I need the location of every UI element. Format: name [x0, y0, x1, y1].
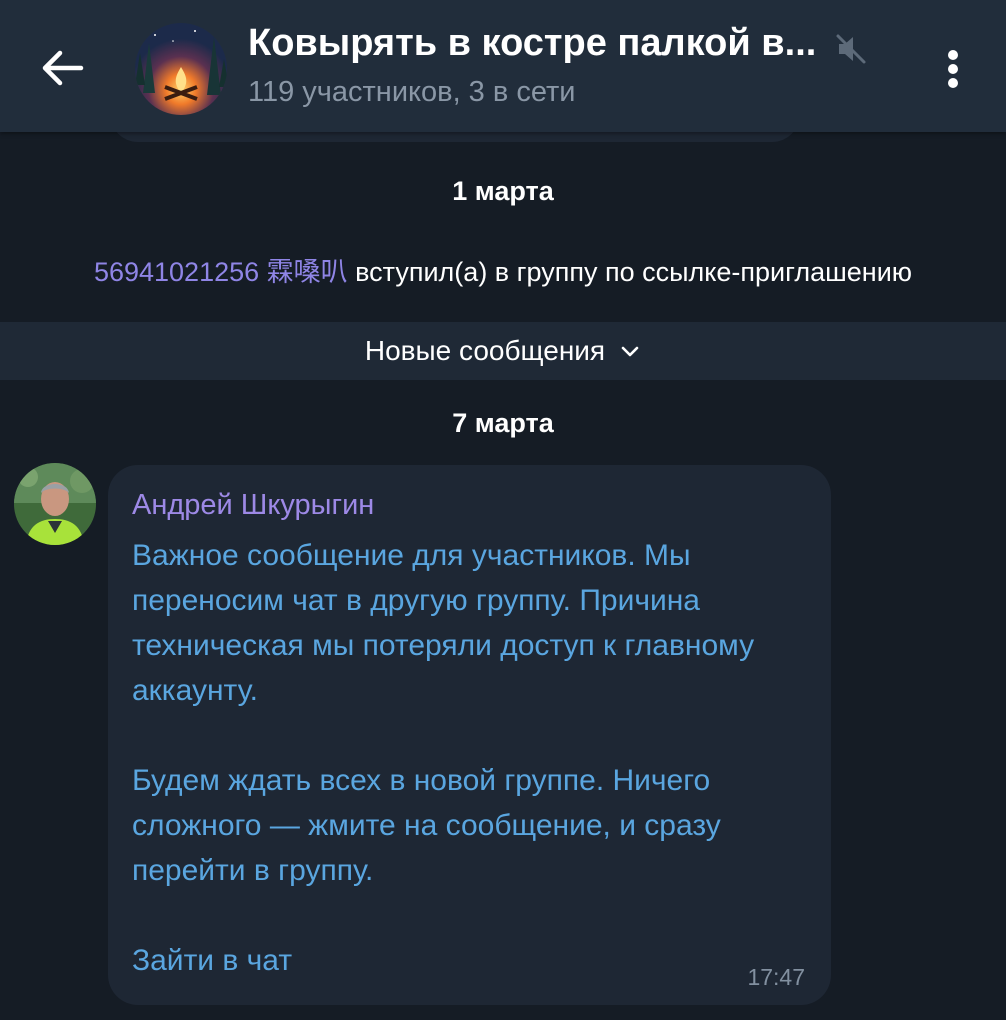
service-message-text: вступил(а) в группу по ссылке-приглашени…: [347, 257, 913, 287]
avatar[interactable]: [14, 463, 96, 545]
date-separator: 7 марта: [452, 408, 554, 438]
more-vertical-icon: [948, 50, 958, 88]
message-link[interactable]: Зайти в чат: [132, 938, 812, 983]
service-message-user[interactable]: 56941021256 霖嗓叭: [94, 257, 348, 287]
chevron-down-icon: [621, 346, 639, 357]
message-paragraph: Важное сообщение для участников. Мы пере…: [132, 539, 755, 707]
message-text[interactable]: Важное сообщение для участников. Мы пере…: [132, 533, 812, 983]
new-messages-label: Новые сообщения: [364, 335, 606, 366]
chat-header: Ковырять в костре палкой в... 119 участн…: [0, 0, 1006, 132]
date-separator: 1 марта: [452, 176, 554, 206]
back-button[interactable]: [22, 28, 102, 108]
service-message: 56941021256 霖嗓叭 вступил(а) в группу по с…: [0, 250, 1006, 289]
chat-subtitle: 119 участников, 3 в сети: [248, 76, 576, 108]
arrow-left-icon: [42, 50, 84, 86]
muted-speaker-icon: [836, 34, 866, 64]
group-avatar[interactable]: [135, 23, 227, 115]
message-bubble[interactable]: Андрей Шкурыгин Важное сообщение для уча…: [108, 465, 831, 1005]
chat-title[interactable]: Ковырять в костре палкой в...: [248, 22, 816, 65]
sender-name[interactable]: Андрей Шкурыгин: [132, 489, 374, 522]
message-time: 17:47: [747, 964, 805, 990]
more-menu-button[interactable]: [928, 40, 978, 98]
new-messages-bar[interactable]: Новые сообщения: [0, 322, 1006, 380]
message-paragraph: Будем ждать всех в новой группе. Ничего …: [132, 764, 721, 887]
